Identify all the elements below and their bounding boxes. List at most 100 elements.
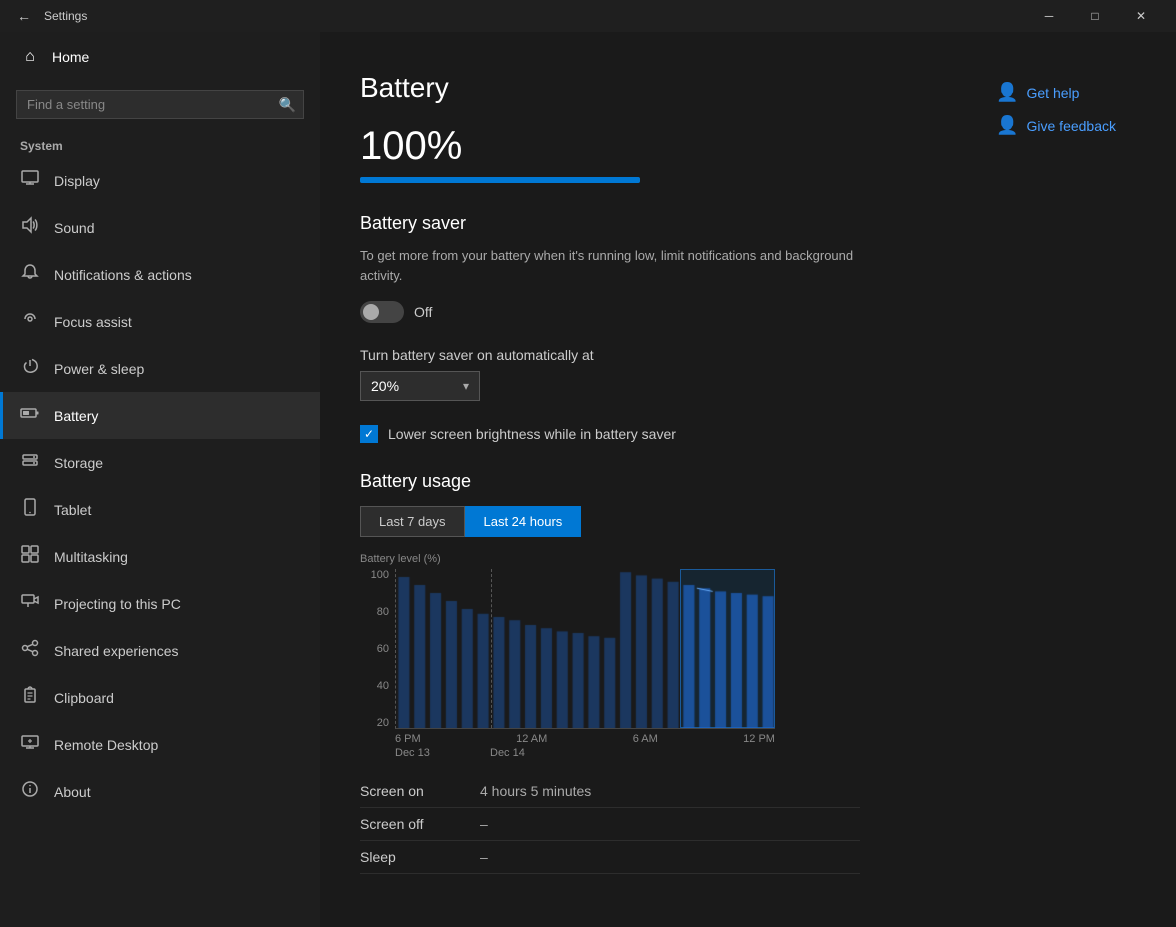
about-icon [20,780,40,803]
battery-percent-dropdown[interactable]: 20% ▾ [360,371,480,401]
notifications-icon [20,263,40,286]
projecting-icon [20,592,40,615]
x-tick-6pm: 6 PM [395,733,421,745]
focus-icon [20,310,40,333]
page-title: Battery [360,72,860,104]
display-icon [20,169,40,192]
maximize-icon: □ [1091,9,1098,23]
sidebar-item-label-battery: Battery [54,408,98,424]
tab-last-7-days[interactable]: Last 7 days [360,506,465,537]
tab-last-24-hours[interactable]: Last 24 hours [465,506,582,537]
x-tick-12pm: 12 PM [743,733,775,745]
get-help-label: Get help [1027,85,1080,101]
search-icon: 🔍 [279,96,296,113]
checkmark-icon: ✓ [364,427,374,441]
sidebar-item-about[interactable]: About [0,768,320,815]
sidebar-item-label-display: Display [54,173,100,189]
battery-saver-section: Battery saver To get more from your batt… [360,213,860,443]
battery-saver-toggle[interactable] [360,301,404,323]
toggle-thumb [363,304,379,320]
battery-bar-container [360,177,640,183]
sleep-row: Sleep – [360,841,860,874]
screen-off-label: Screen off [360,816,480,832]
content-left: Battery 100% Battery saver To get more f… [360,72,860,874]
sidebar-item-tablet[interactable]: Tablet [0,486,320,533]
battery-usage-section: Battery usage Last 7 days Last 24 hours … [360,471,860,874]
sidebar-item-focus[interactable]: Focus assist [0,298,320,345]
sidebar-item-label-multitasking: Multitasking [54,549,128,565]
screen-on-value: 4 hours 5 minutes [480,783,591,799]
y-tick-20: 20 [360,717,389,729]
battery-chart: Battery level (%) 100 80 60 40 20 [360,553,860,759]
battery-saver-title: Battery saver [360,213,860,234]
back-button[interactable]: ← [12,4,36,28]
sleep-label: Sleep [360,849,480,865]
sidebar-item-multitasking[interactable]: Multitasking [0,533,320,580]
sidebar-section-label: System [0,131,320,157]
sidebar-item-clipboard[interactable]: Clipboard [0,674,320,721]
y-tick-60: 60 [360,643,389,655]
sidebar-item-label-power: Power & sleep [54,361,144,377]
sidebar-home-label: Home [52,49,89,65]
sidebar-item-label-remote: Remote Desktop [54,737,158,753]
sidebar-item-remote[interactable]: Remote Desktop [0,721,320,768]
content-top-row: Battery 100% Battery saver To get more f… [360,72,1116,874]
brightness-checkbox[interactable]: ✓ [360,425,378,443]
chart-y-label: Battery level (%) [360,553,860,565]
battery-saver-toggle-row: Off [360,301,860,323]
search-input[interactable] [16,90,304,119]
multitasking-icon [20,545,40,568]
dropdown-value: 20% [371,378,399,394]
screen-off-value: – [480,816,488,832]
x-tick-12am: 12 AM [516,733,547,745]
sidebar-item-label-notifications: Notifications & actions [54,267,192,283]
sidebar-item-label-tablet: Tablet [54,502,91,518]
give-feedback-label: Give feedback [1027,118,1117,134]
y-tick-40: 40 [360,680,389,692]
sidebar-item-sound[interactable]: Sound [0,204,320,251]
sidebar-item-label-shared: Shared experiences [54,643,179,659]
sidebar-item-shared[interactable]: Shared experiences [0,627,320,674]
toggle-label: Off [414,304,432,320]
sidebar-item-battery[interactable]: Battery [0,392,320,439]
get-help-link[interactable]: 👤 Get help [996,82,1116,103]
date-dec14: Dec 14 [490,747,525,759]
sidebar-item-label-projecting: Projecting to this PC [54,596,181,612]
x-tick-6am: 6 AM [633,733,658,745]
sidebar-item-power[interactable]: Power & sleep [0,345,320,392]
tablet-icon [20,498,40,521]
battery-saver-desc: To get more from your battery when it's … [360,246,860,285]
content-area: Battery 100% Battery saver To get more f… [320,32,1176,927]
minimize-button[interactable]: ─ [1026,0,1072,32]
sidebar-item-notifications[interactable]: Notifications & actions [0,251,320,298]
sidebar-item-display[interactable]: Display [0,157,320,204]
sidebar-nav: Display Sound Notifications & actions Focus… [0,157,320,815]
maximize-button[interactable]: □ [1072,0,1118,32]
support-panel: 👤 Get help 👤 Give feedback [996,82,1116,136]
power-icon [20,357,40,380]
battery-percentage: 100% [360,124,860,169]
sidebar-item-storage[interactable]: Storage [0,439,320,486]
close-icon: ✕ [1136,9,1146,23]
screen-stats: Screen on 4 hours 5 minutes Screen off –… [360,775,860,874]
sound-icon [20,216,40,239]
give-feedback-link[interactable]: 👤 Give feedback [996,115,1116,136]
auto-dropdown-row: Turn battery saver on automatically at 2… [360,347,860,401]
brightness-checkbox-row: ✓ Lower screen brightness while in batte… [360,425,860,443]
sidebar-item-label-focus: Focus assist [54,314,132,330]
close-button[interactable]: ✕ [1118,0,1164,32]
app-body: ⌂ Home 🔍 System Display Sound Notification… [0,32,1176,927]
storage-icon [20,451,40,474]
feedback-icon: 👤 [996,115,1018,136]
y-tick-80: 80 [360,606,389,618]
help-icon: 👤 [996,82,1018,103]
chevron-down-icon: ▾ [463,379,469,393]
sidebar-item-home[interactable]: ⌂ Home [0,32,320,82]
chart-canvas [396,569,775,729]
sidebar-search-container: 🔍 [16,90,304,119]
sidebar-item-projecting[interactable]: Projecting to this PC [0,580,320,627]
sleep-value: – [480,849,488,865]
screen-on-label: Screen on [360,783,480,799]
screen-on-row: Screen on 4 hours 5 minutes [360,775,860,808]
date-dec13: Dec 13 [395,747,490,759]
